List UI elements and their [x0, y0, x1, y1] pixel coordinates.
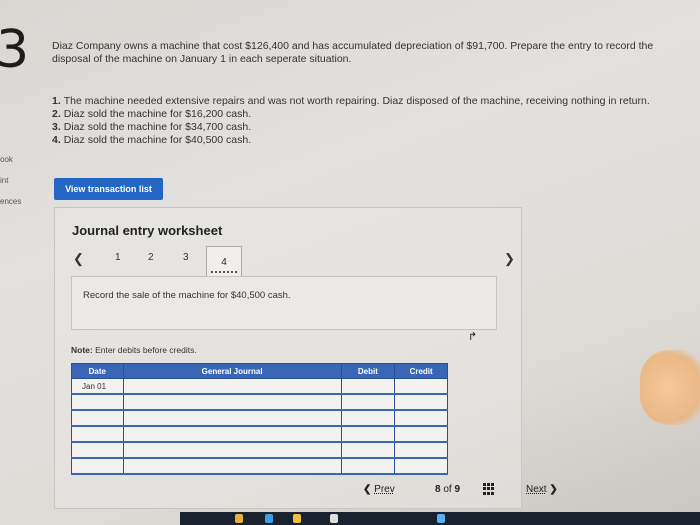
worksheet-title: Journal entry worksheet	[72, 223, 223, 238]
chevron-left-icon: ❮	[363, 484, 372, 495]
header-date: Date	[71, 363, 124, 379]
taskbar-app-icon[interactable]	[330, 514, 338, 523]
page-indicator: 8 of 9	[435, 484, 461, 495]
credit-cell[interactable]	[394, 425, 448, 443]
table-row	[71, 457, 448, 475]
step-tab-3[interactable]: 3	[183, 252, 189, 263]
question-prompt: Diaz Company owns a machine that cost $1…	[52, 40, 654, 65]
prev-step-arrow-icon[interactable]: ❮	[73, 251, 84, 267]
step-tab-1[interactable]: 1	[115, 252, 121, 263]
instruction-text: Record the sale of the machine for $40,5…	[83, 290, 291, 301]
situation-item: 3. Diaz sold the machine for $34,700 cash…	[52, 121, 252, 133]
journal-table: Date General Journal Debit Credit Jan 01	[71, 363, 448, 475]
table-row	[71, 409, 448, 427]
account-cell[interactable]	[122, 457, 342, 475]
date-cell[interactable]	[71, 441, 124, 459]
debit-cell[interactable]	[340, 393, 396, 411]
credit-cell[interactable]	[394, 393, 448, 411]
next-button[interactable]: Next ❯	[526, 484, 558, 495]
question-grid-icon[interactable]	[483, 483, 495, 495]
date-cell[interactable]	[71, 409, 124, 427]
credit-cell[interactable]	[394, 409, 448, 427]
taskbar-app-icon[interactable]	[437, 514, 445, 523]
date-cell[interactable]	[71, 393, 124, 411]
journal-entry-worksheet: Journal entry worksheet ❮ 1 2 3 4 ❯ Reco…	[54, 207, 522, 509]
header-general-journal: General Journal	[122, 363, 342, 379]
situation-item: 2. Diaz sold the machine for $16,200 cash…	[52, 108, 252, 120]
taskbar-app-icon[interactable]	[265, 514, 273, 523]
step-tab-4-active[interactable]: 4	[206, 246, 242, 278]
header-credit: Credit	[394, 363, 448, 379]
chevron-right-icon: ❯	[549, 484, 558, 495]
debit-cell[interactable]	[340, 378, 396, 395]
credit-cell[interactable]	[394, 441, 448, 459]
step-tab-2[interactable]: 2	[148, 252, 154, 263]
date-cell[interactable]: Jan 01	[71, 378, 124, 395]
instruction-box: Record the sale of the machine for $40,5…	[71, 276, 497, 330]
note-text: Note: Enter debits before credits.	[71, 345, 197, 355]
header-debit: Debit	[340, 363, 396, 379]
taskbar-app-icon[interactable]	[235, 514, 243, 523]
debit-cell[interactable]	[340, 425, 396, 443]
sidebar-fragment-print[interactable]: int	[0, 176, 8, 185]
credit-cell[interactable]	[394, 457, 448, 475]
date-cell[interactable]	[71, 457, 124, 475]
account-cell[interactable]	[122, 409, 342, 427]
mouse-cursor-icon: ↱	[468, 331, 478, 343]
glare-spot	[640, 350, 700, 425]
situation-list: 1. The machine needed extensive repairs a…	[52, 95, 692, 147]
sidebar-fragment-ebook[interactable]: ook	[0, 155, 13, 164]
prev-button[interactable]: ❮ Prev	[363, 484, 395, 495]
account-cell[interactable]	[122, 378, 342, 395]
table-row	[71, 441, 448, 459]
debit-cell[interactable]	[340, 457, 396, 475]
next-step-arrow-icon[interactable]: ❯	[504, 251, 515, 267]
date-cell[interactable]	[71, 425, 124, 443]
credit-cell[interactable]	[394, 378, 448, 395]
debit-cell[interactable]	[340, 441, 396, 459]
situation-item: 1. The machine needed extensive repairs a…	[52, 95, 650, 107]
taskbar-app-icon[interactable]	[293, 514, 301, 523]
prev-label: Prev	[374, 484, 395, 495]
situation-item: 4. Diaz sold the machine for $40,500 cash…	[52, 134, 252, 146]
sidebar-fragment-references[interactable]: ences	[0, 197, 21, 206]
account-cell[interactable]	[122, 393, 342, 411]
view-transaction-list-button[interactable]: View transaction list	[54, 178, 163, 200]
table-row	[71, 425, 448, 443]
next-label: Next	[526, 484, 547, 495]
account-cell[interactable]	[122, 441, 342, 459]
debit-cell[interactable]	[340, 409, 396, 427]
table-row	[71, 393, 448, 411]
table-row: Jan 01	[71, 378, 448, 395]
question-number: 3	[0, 20, 30, 80]
account-cell[interactable]	[122, 425, 342, 443]
